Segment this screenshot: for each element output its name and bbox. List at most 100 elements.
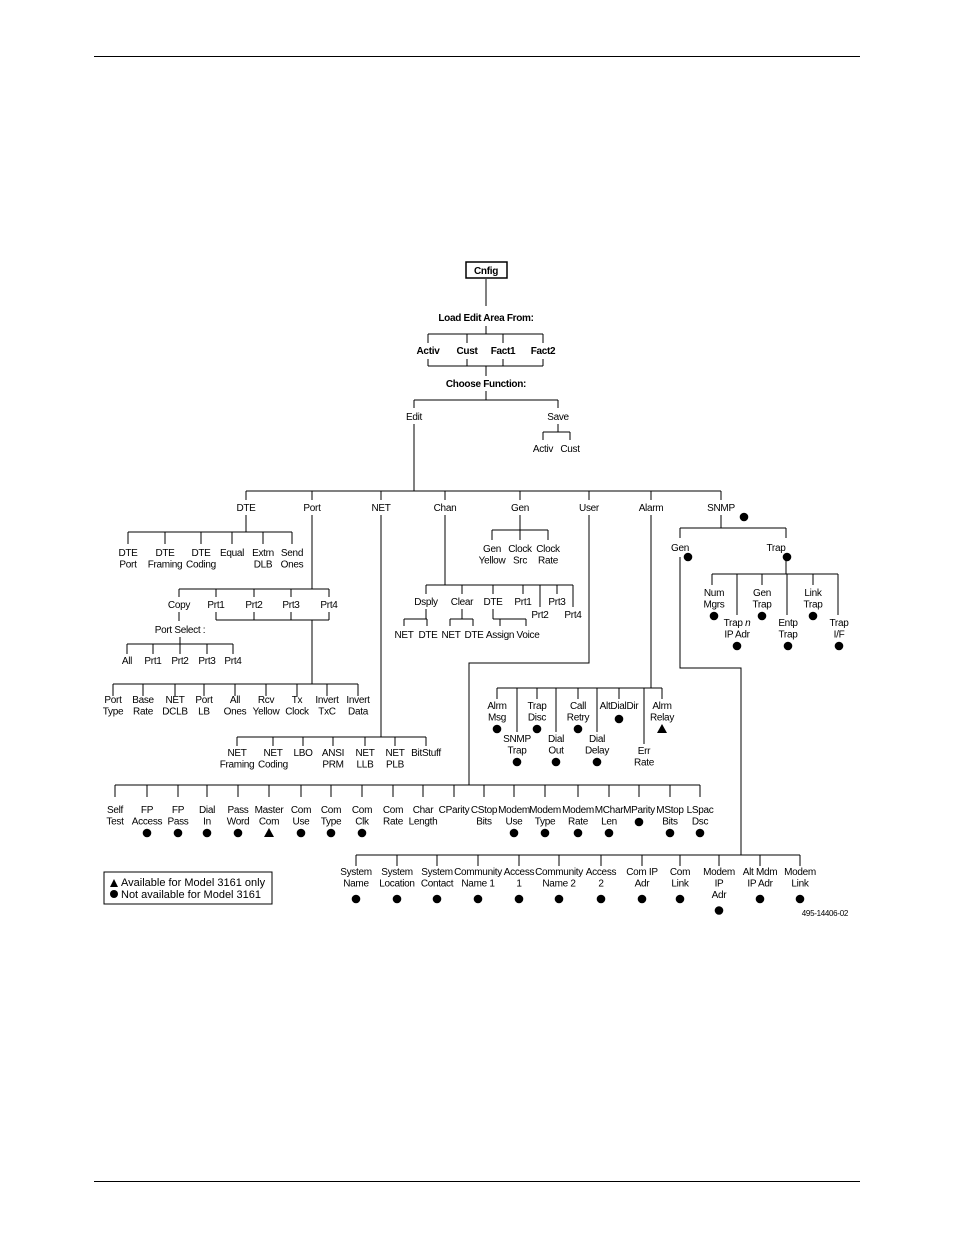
port-prt2[interactable]: Prt2 [245,600,263,611]
user-mparity[interactable]: MParity [623,805,655,816]
port-select-heading[interactable]: Port Select : [155,625,206,636]
net-bitstuff[interactable]: BitStuff [411,748,441,759]
load-option-activ[interactable]: Activ [417,346,441,357]
net-ansi-prm[interactable]: ANSIPRM [322,748,344,771]
alarm-trap-disc[interactable]: TrapDisc [528,701,548,724]
port-prt3[interactable]: Prt3 [282,600,300,611]
net-lbo[interactable]: LBO [293,748,313,759]
user-lspac-dsc[interactable]: LSpacDsc [687,805,714,828]
edit-menu-chan[interactable]: Chan [434,503,457,514]
alarm-alrm-relay[interactable]: AlrmRelay [650,701,675,724]
alarm-altdialdir[interactable]: AltDialDir [600,701,640,712]
dte-send-ones[interactable]: SendOnes [281,548,304,571]
load-option-cust[interactable]: Cust [456,346,478,357]
user-master-com[interactable]: MasterCom [255,805,285,828]
user-com-type[interactable]: ComType [321,805,343,828]
port-prt1[interactable]: Prt1 [207,600,225,611]
snmp-trap-trap-ip-adr[interactable]: Trap nIP Adr [724,618,752,641]
port-copy[interactable]: Copy [168,600,191,611]
user-com-rate[interactable]: ComRate [383,805,404,828]
snmp-gen-community-name-1[interactable]: CommunityName 1 [454,867,502,890]
port-copy-prt4[interactable]: Prt4 [224,656,242,667]
snmp-gen-system-location[interactable]: SystemLocation [379,867,415,890]
edit-menu-gen[interactable]: Gen [511,503,529,514]
gen-clock-rate[interactable]: ClockRate [536,544,561,567]
snmp-gen-system-contact[interactable]: SystemContact [421,867,454,890]
function-save[interactable]: Save [547,412,570,423]
port-copy-prt1[interactable]: Prt1 [144,656,162,667]
chan-prt3[interactable]: Prt3 [548,597,566,608]
user-char-length[interactable]: CharLength [409,805,438,828]
save-option-activ[interactable]: Activ [533,444,554,455]
chan-prt2[interactable]: Prt2 [531,610,549,621]
chan-dsply[interactable]: Dsply [414,597,438,608]
edit-menu-net[interactable]: NET [371,503,391,514]
port-param-invert-data[interactable]: InvertData [346,695,370,718]
snmp-gen-com-ip-adr[interactable]: Com IPAdr [626,867,658,890]
port-param-rcv-yellow[interactable]: RcvYellow [253,695,281,718]
chan-clear-net[interactable]: NET [441,630,461,641]
port-param-net-dclb[interactable]: NETDCLB [162,695,188,718]
chan-clear-dte[interactable]: DTE [464,630,484,641]
port-param-base-rate[interactable]: BaseRate [132,695,155,718]
chan-dte-voice[interactable]: Voice [517,630,541,641]
snmp-trap[interactable]: Trap [767,543,787,554]
snmp-gen-modem-link[interactable]: ModemLink [784,867,816,890]
load-edit-area-heading[interactable]: Load Edit Area From: [438,313,534,324]
gen-gen-yellow[interactable]: GenYellow [479,544,507,567]
user-com-use[interactable]: ComUse [291,805,312,828]
snmp-trap-gen-trap[interactable]: GenTrap [753,588,773,611]
alarm-snmp-trap[interactable]: SNMPTrap [503,734,532,757]
dte-dte-framing[interactable]: DTEFraming [148,548,183,571]
user-modem-rate[interactable]: ModemRate [562,805,594,828]
port-copy-prt3[interactable]: Prt3 [198,656,216,667]
user-fp-pass[interactable]: FPPass [167,805,189,828]
user-com-clk[interactable]: ComClk [352,805,373,828]
snmp-gen-access-2[interactable]: Access2 [586,867,617,890]
chan-dsply-net[interactable]: NET [394,630,414,641]
port-param-tx-clock[interactable]: TxClock [285,695,310,718]
choose-function-heading[interactable]: Choose Function: [446,379,527,390]
user-cstop-bits[interactable]: CStopBits [471,805,498,828]
snmp-trap-entp-trap[interactable]: EntpTrap [778,618,798,641]
user-pass-word[interactable]: PassWord [227,805,250,828]
snmp-gen-alt-mdm-ip-adr[interactable]: Alt MdmIP Adr [743,867,778,890]
snmp-trap-link-trap[interactable]: LinkTrap [804,588,824,611]
chan-dte-assign[interactable]: Assign [486,630,515,641]
alarm-err-rate[interactable]: ErrRate [634,746,655,769]
load-option-fact2[interactable]: Fact2 [531,346,557,357]
dte-dte-port[interactable]: DTEPort [118,548,138,571]
port-copy-prt2[interactable]: Prt2 [171,656,189,667]
net-net-coding[interactable]: NETCoding [258,748,288,771]
edit-menu-port[interactable]: Port [303,503,321,514]
user-self-test[interactable]: SelfTest [106,805,124,828]
net-net-plb[interactable]: NETPLB [385,748,405,771]
user-modem-use[interactable]: ModemUse [498,805,530,828]
alarm-dial-delay[interactable]: DialDelay [585,734,610,757]
alarm-dial-out[interactable]: DialOut [548,734,564,757]
user-mchar-len[interactable]: MCharLen [595,805,625,828]
snmp-gen-modem-ip-adr[interactable]: ModemIPAdr [703,867,735,901]
function-edit[interactable]: Edit [406,412,423,423]
dte-equal[interactable]: Equal [220,548,244,559]
gen-clock-src[interactable]: ClockSrc [508,544,533,567]
chan-dte[interactable]: DTE [483,597,503,608]
port-copy-all[interactable]: All [122,656,133,667]
save-option-cust[interactable]: Cust [560,444,580,455]
chan-clear[interactable]: Clear [451,597,475,608]
edit-menu-alarm[interactable]: Alarm [639,503,664,514]
snmp-gen-com-link[interactable]: ComLink [670,867,691,890]
alarm-call-retry[interactable]: CallRetry [567,701,590,724]
dte-extrn-dlb[interactable]: ExtrnDLB [252,548,274,571]
user-fp-access[interactable]: FPAccess [132,805,163,828]
snmp-gen-access-1[interactable]: Access1 [504,867,535,890]
snmp-gen-community-name-2[interactable]: CommunityName 2 [535,867,583,890]
chan-prt1[interactable]: Prt1 [514,597,532,608]
net-net-framing[interactable]: NETFraming [220,748,255,771]
user-cparity[interactable]: CParity [439,805,470,816]
node-cnfig[interactable]: Cnfig [474,266,499,277]
edit-menu-dte[interactable]: DTE [236,503,256,514]
chan-prt4[interactable]: Prt4 [564,610,582,621]
snmp-gen-system-name[interactable]: SystemName [340,867,372,890]
user-mstop-bits[interactable]: MStopBits [656,805,684,828]
